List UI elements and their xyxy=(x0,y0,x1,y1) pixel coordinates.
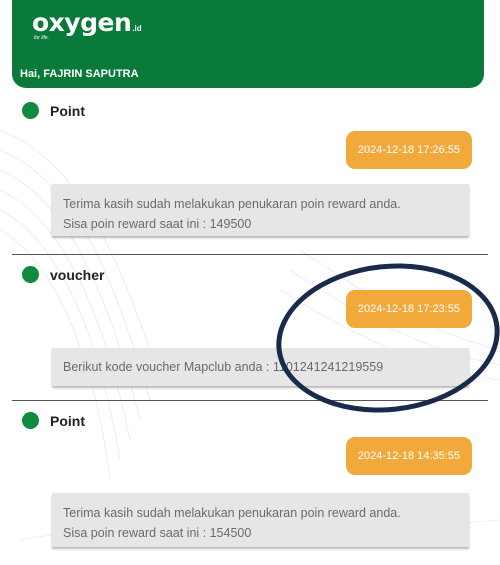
message-line: Sisa poin reward saat ini : 154500 xyxy=(63,526,252,540)
divider xyxy=(12,254,488,255)
logo-suffix: .id xyxy=(132,24,142,33)
app-header: oxygen.id for life. Hai, FAJRIN SAPUTRA xyxy=(12,0,484,88)
notification-header: Point xyxy=(22,102,85,119)
notification-message: Terima kasih sudah melakukan penukaran p… xyxy=(52,184,469,236)
notification-title: Point xyxy=(50,412,85,429)
notification-timestamp: 2024-12-18 17:26:55 xyxy=(345,131,472,169)
notification-title: voucher xyxy=(50,266,105,283)
notification-header: voucher xyxy=(22,266,104,283)
notification-timestamp: 2024-12-18 14:35:55 xyxy=(345,437,472,475)
message-line: Sisa poin reward saat ini : 149500 xyxy=(63,217,252,231)
message-line: Terima kasih sudah melakukan penukaran p… xyxy=(63,197,401,211)
user-greeting: Hai, FAJRIN SAPUTRA xyxy=(20,68,139,80)
status-dot-icon xyxy=(22,412,39,429)
notification-title: Point xyxy=(50,102,85,119)
logo-text: oxygen xyxy=(32,8,132,37)
notification-header: Point xyxy=(22,412,85,429)
status-dot-icon xyxy=(22,266,39,283)
notification-item[interactable]: Point 2024-12-18 14:35:55 Terima kasih s… xyxy=(0,409,500,565)
notification-message: Terima kasih sudah melakukan penukaran p… xyxy=(52,493,469,547)
notification-item[interactable]: Point 2024-12-18 17:26:55 Terima kasih s… xyxy=(0,97,500,254)
oxygen-logo: oxygen.id for life. xyxy=(32,8,142,42)
message-line: Terima kasih sudah melakukan penukaran p… xyxy=(63,506,401,520)
status-dot-icon xyxy=(22,102,39,119)
